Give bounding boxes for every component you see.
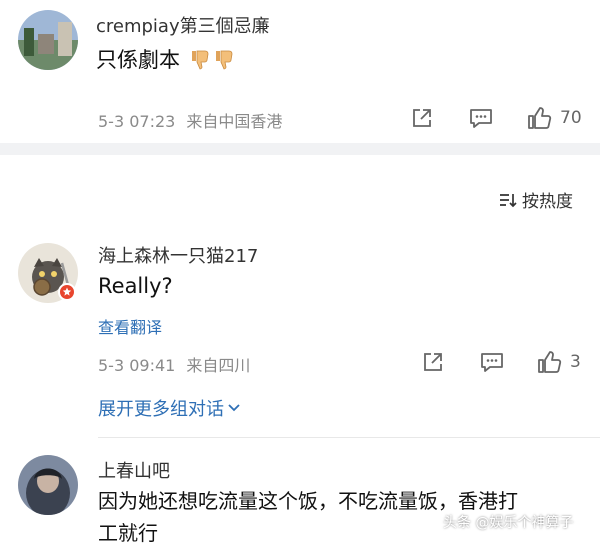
comment-icon <box>481 353 503 372</box>
comment-icon <box>470 109 492 128</box>
timestamp: 5-3 09:41 <box>98 356 176 375</box>
share-button[interactable] <box>410 106 434 130</box>
reply-button[interactable] <box>468 106 494 130</box>
thumbs-up-icon <box>528 107 552 129</box>
comment-meta: 5-3 07:23 来自中国香港 <box>98 108 282 132</box>
avatar[interactable] <box>18 455 78 515</box>
sort-icon <box>500 193 517 207</box>
translate-link[interactable]: 查看翻译 <box>98 314 162 338</box>
like-button[interactable]: 70 <box>526 105 582 131</box>
comment-text-body: 只係劇本 <box>96 48 180 72</box>
chevron-down-icon <box>228 404 240 412</box>
share-button[interactable] <box>421 350 445 374</box>
reply-button[interactable] <box>479 350 505 374</box>
avatar[interactable] <box>18 243 78 303</box>
thumbs-up-icon <box>538 351 562 373</box>
thumbs-down-emoji-icon <box>189 48 211 70</box>
thumbs-down-emoji-icon <box>213 48 235 70</box>
divider <box>98 437 600 438</box>
comment-text: 只係劇本 <box>96 44 235 74</box>
expand-replies-link[interactable]: 展开更多组对话 <box>98 395 241 421</box>
comment-username[interactable]: 上春山吧 <box>98 457 170 483</box>
comment-text: Really? <box>98 274 173 298</box>
verified-badge-icon <box>58 283 76 301</box>
like-count: 70 <box>560 108 582 128</box>
comment-username[interactable]: crempiay第三個忌廉 <box>96 12 270 38</box>
share-icon <box>413 109 431 127</box>
section-separator <box>0 143 600 155</box>
like-button[interactable]: 3 <box>536 349 581 375</box>
watermark: 头条 @娱乐个神算子 <box>443 515 574 531</box>
timestamp: 5-3 07:23 <box>98 112 176 131</box>
expand-replies-label: 展开更多组对话 <box>98 399 224 420</box>
sort-toggle[interactable]: 按热度 <box>498 187 573 212</box>
comment-text-line-1: 因为她还想吃流量这个饭，不吃流量饭，香港打 <box>98 489 518 513</box>
sort-label: 按热度 <box>522 192 573 212</box>
share-icon <box>424 353 442 371</box>
comment-meta: 5-3 09:41 来自四川 <box>98 352 250 376</box>
location: 来自中国香港 <box>186 112 283 131</box>
location: 来自四川 <box>186 356 251 375</box>
like-count: 3 <box>570 352 581 372</box>
comment-username[interactable]: 海上森林一只猫217 <box>98 242 258 268</box>
avatar[interactable] <box>18 10 78 70</box>
comment-text-line-2: 工就行 <box>98 521 158 545</box>
